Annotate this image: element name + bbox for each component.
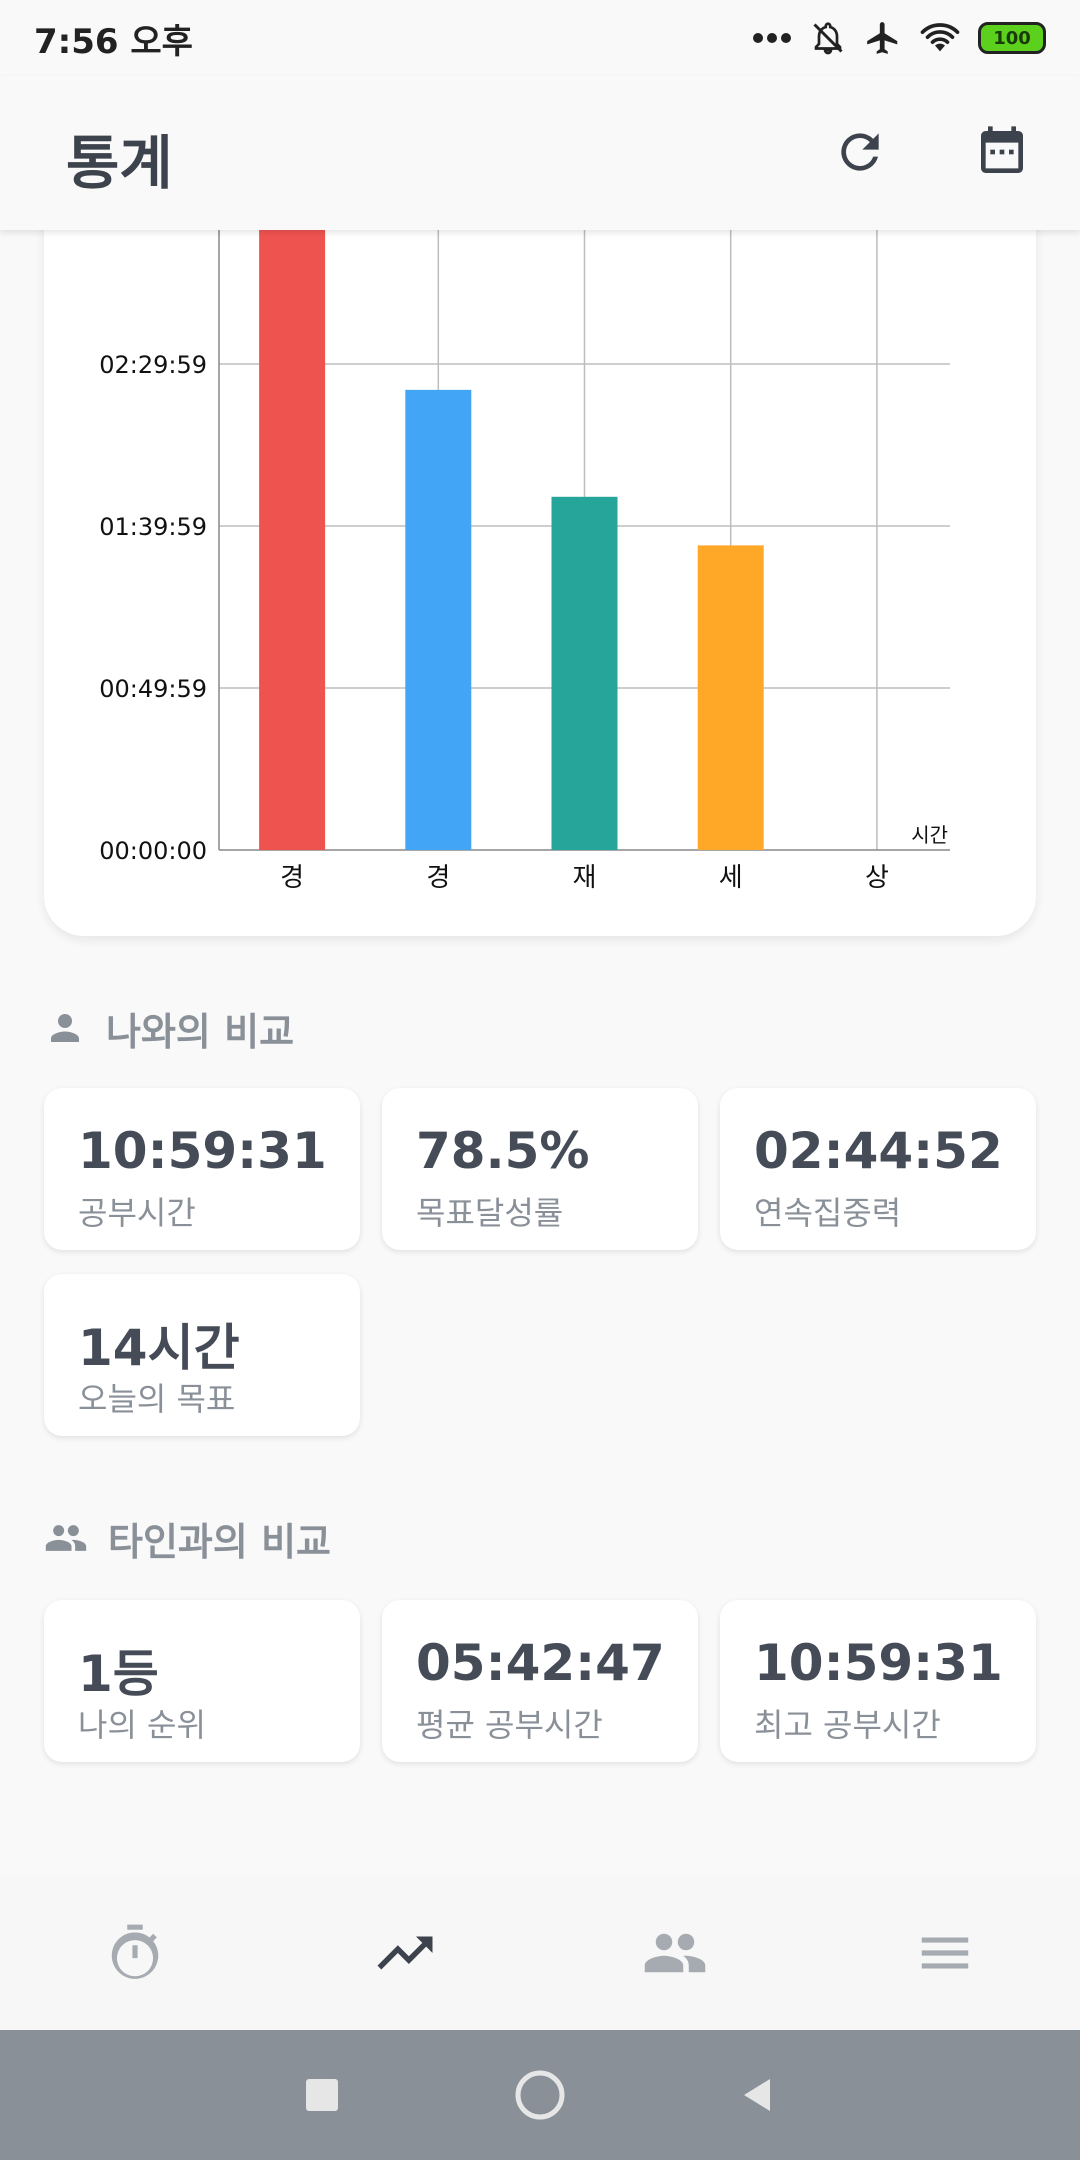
bar [405,389,472,850]
person-icon [51,1014,79,1042]
stat-value: 78.5% [416,1122,590,1180]
subject-time-chart: 00:00:00 00:49:59 01:39:59 02:29:59 경 경 재 세 상 시간 [99,160,950,893]
trending-up-icon [377,1936,433,1970]
stat-card-today-goal: 14시간 오늘의 목표 [44,1274,360,1436]
stat-value: 14시간 [78,1319,240,1377]
wifi-icon [920,23,960,52]
stat-card-my-rank: 1등 나의 순위 [44,1600,360,1762]
refresh-button[interactable] [828,120,892,184]
more-dots-icon [753,33,791,43]
stat-label: 최고 공부시간 [754,1706,941,1744]
stat-label: 나의 순위 [78,1706,206,1744]
mute-bell-icon [813,22,843,55]
stat-label: 평균 공부시간 [416,1706,603,1744]
stat-card-study-time: 10:59:31 공부시간 [44,1088,360,1250]
stat-label: 오늘의 목표 [78,1380,236,1418]
bottom-navigation [0,1876,1080,2030]
status-time: 7:56 오후 [34,22,193,62]
x-tick-label: 경 [426,863,450,893]
stat-value: 10:59:31 [754,1634,1003,1692]
y-tick-label: 01:39:59 [99,513,207,541]
app-root: 7:56 오후 100 통계 00:00:00 00:49:59 01:39:59 0… [0,0,1080,2160]
page-title: 통계 [66,129,173,197]
stat-card-average-time: 05:42:47 평균 공부시간 [382,1600,698,1762]
recent-apps-icon[interactable] [302,2075,342,2115]
stat-card-best-time: 10:59:31 최고 공부시간 [720,1600,1036,1762]
nav-group[interactable] [605,1893,745,2013]
x-tick-label: 상 [865,863,889,893]
back-icon[interactable] [738,2075,778,2115]
stat-value: 05:42:47 [416,1634,665,1692]
chart-card: 00:00:00 00:49:59 01:39:59 02:29:59 경 경 재 세 상 시간 [44,160,1036,936]
bar [259,227,326,850]
stat-card-focus: 02:44:52 연속집중력 [720,1088,1036,1250]
app-bar: 통계 [0,76,1080,230]
others-comparison-title: 타인과의 비교 [108,1519,331,1564]
bar [697,545,764,850]
stat-card-goal-rate: 78.5% 목표달성률 [382,1088,698,1250]
system-navigation [0,2030,1080,2160]
menu-icon [921,1937,969,1969]
calendar-button[interactable] [970,120,1034,184]
stat-label: 목표달성률 [416,1194,564,1232]
y-tick-label: 02:29:59 [99,351,207,379]
y-tick-label: 00:49:59 [99,675,207,703]
people-icon [45,1525,87,1551]
group-icon [644,1933,706,1973]
stat-value: 02:44:52 [754,1122,1003,1180]
x-tick-label: 세 [719,863,743,893]
x-tick-label: 경 [280,863,304,893]
bar [551,496,618,850]
stat-value: 10:59:31 [78,1122,327,1180]
my-comparison-header: 나와의 비교 [44,1000,294,1056]
refresh-icon [841,133,879,171]
status-bar: 7:56 오후 100 [0,0,1080,76]
x-tick-label: 재 [573,863,597,893]
stat-label: 공부시간 [78,1194,196,1232]
timer-icon [111,1924,159,1979]
stat-label: 연속집중력 [754,1194,902,1232]
nav-menu[interactable] [875,1893,1015,2013]
unit-label: 시간 [911,823,948,847]
stat-value: 1등 [78,1645,159,1703]
calendar-icon [981,126,1023,173]
status-icons: 100 [752,14,1046,62]
nav-statistics[interactable] [335,1893,475,2013]
battery-indicator: 100 [978,22,1046,54]
y-tick-label: 00:00:00 [99,837,207,865]
home-icon[interactable] [512,2067,568,2123]
airplane-icon [867,22,898,54]
my-comparison-title: 나와의 비교 [106,1009,295,1054]
others-comparison-header: 타인과의 비교 [44,1510,331,1566]
nav-timer[interactable] [65,1893,205,2013]
